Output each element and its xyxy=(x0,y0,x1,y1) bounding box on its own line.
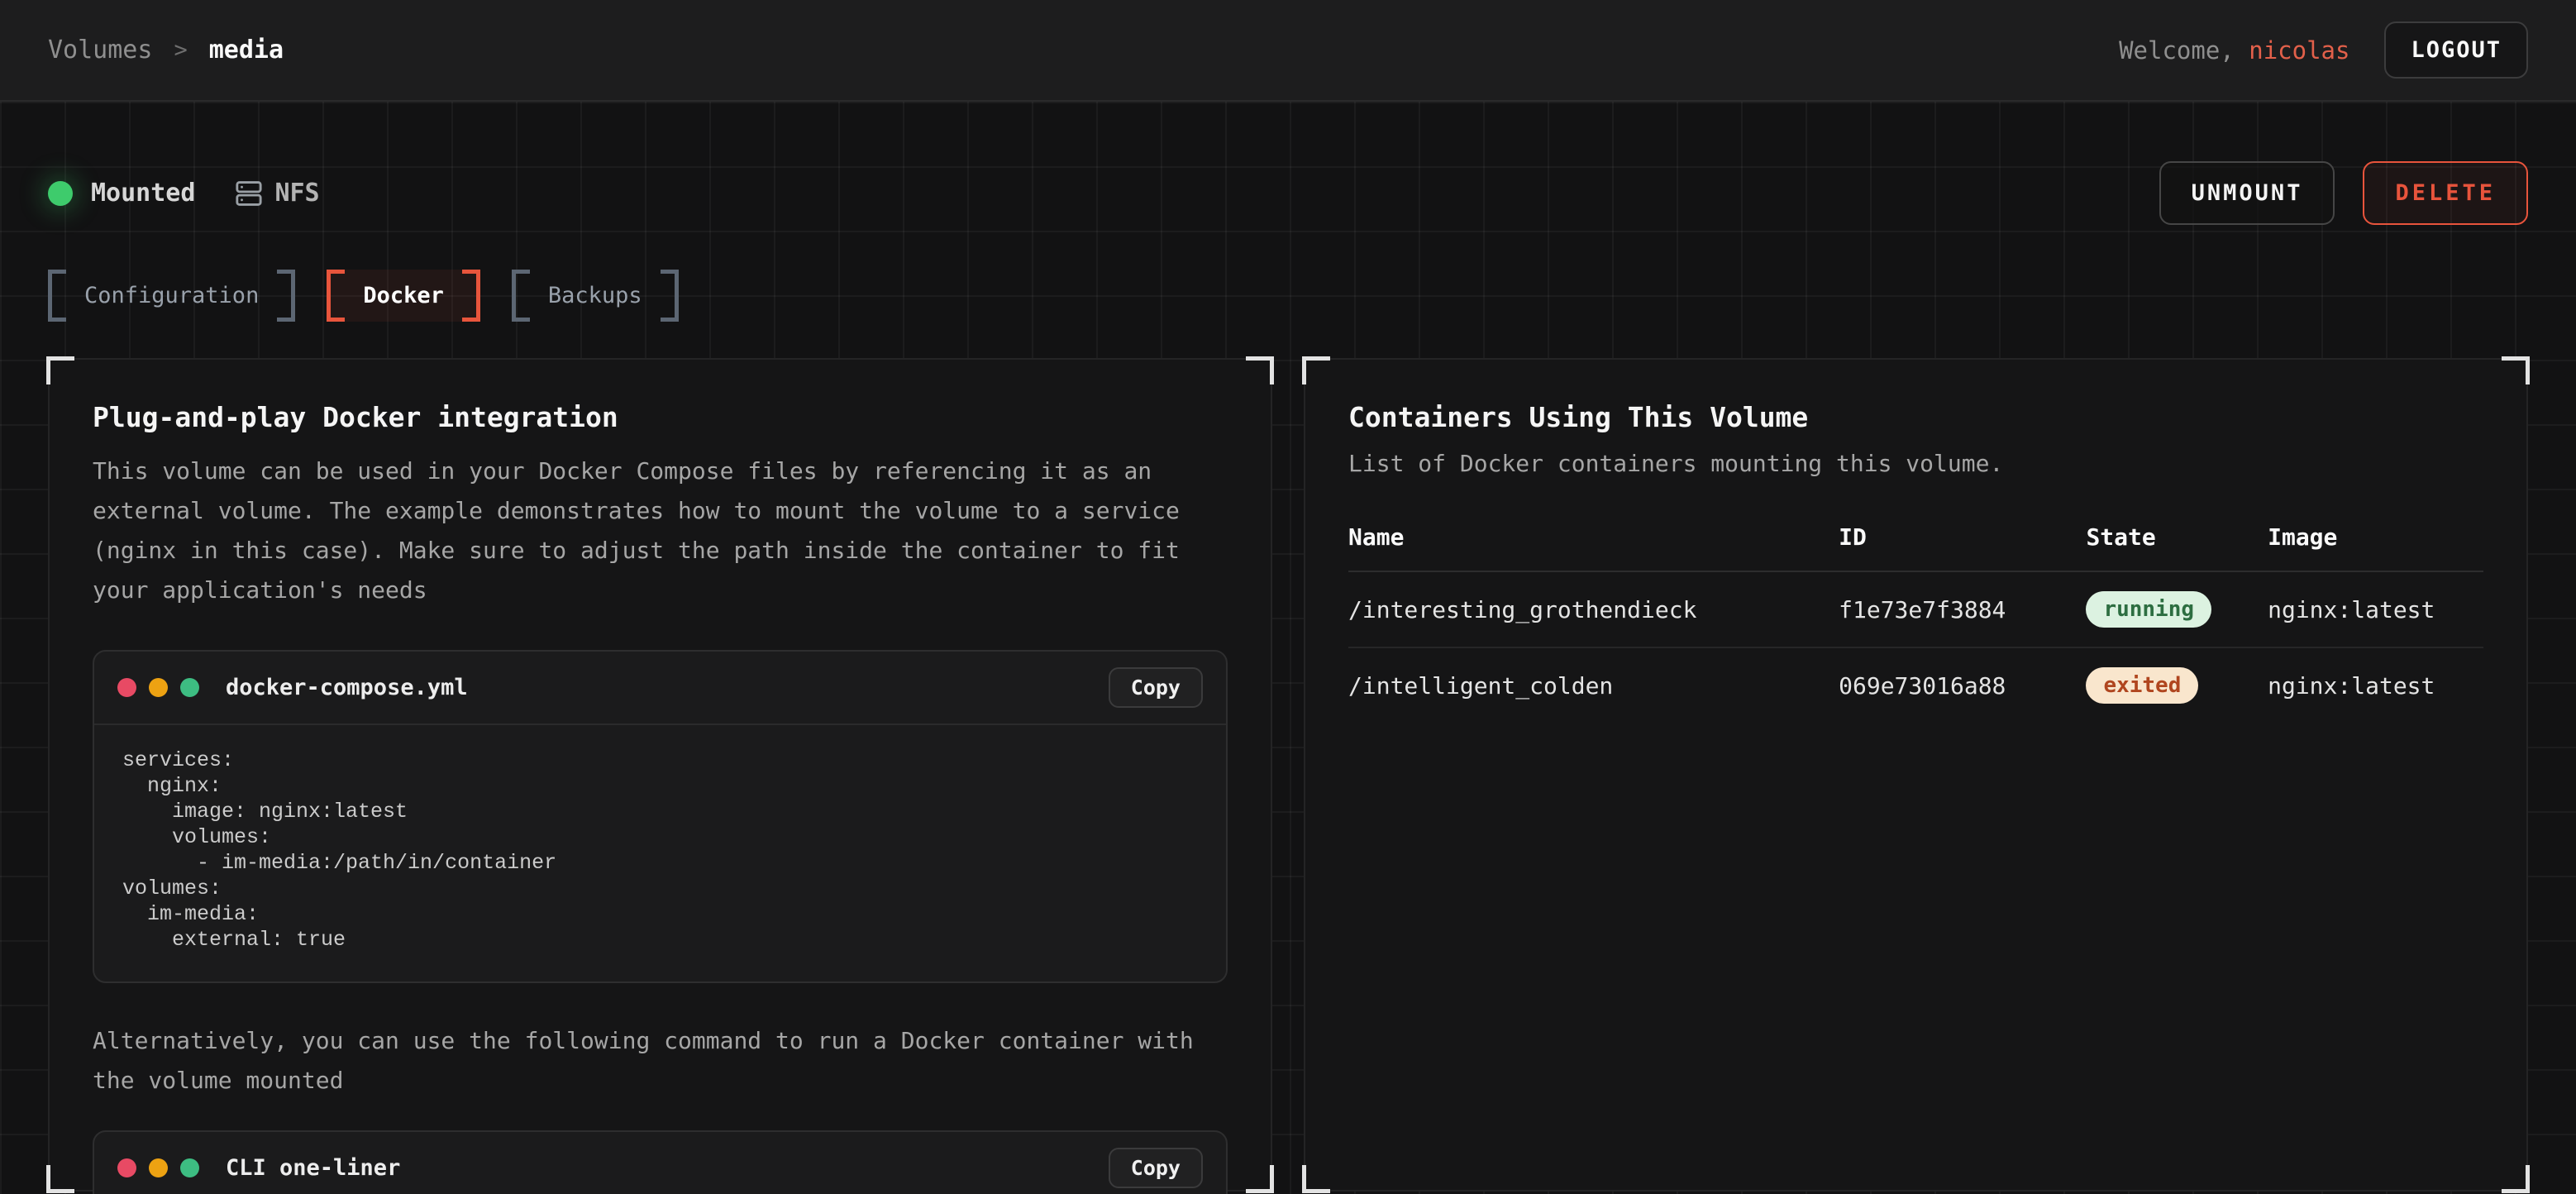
logout-button[interactable]: LOGOUT xyxy=(2384,21,2528,79)
main-content: Mounted NFS UNMOUNT DELETE Configuration… xyxy=(0,102,2576,1194)
containers-panel-subtitle: List of Docker containers mounting this … xyxy=(1348,450,2483,477)
column-header-state: State xyxy=(2086,523,2268,551)
column-header-id: ID xyxy=(1839,523,2086,551)
cli-intro-text: Alternatively, you can use the following… xyxy=(93,1021,1228,1101)
traffic-light-dots xyxy=(117,678,199,697)
cli-block-title: CLI one-liner xyxy=(226,1155,400,1181)
delete-button[interactable]: DELETE xyxy=(2363,161,2528,225)
container-name: /intelligent_colden xyxy=(1348,672,1839,700)
cli-copy-button[interactable]: Copy xyxy=(1109,1148,1203,1188)
container-image: nginx:latest xyxy=(2268,596,2483,623)
compose-filename: docker-compose.yml xyxy=(226,675,468,700)
traffic-dot-red-icon xyxy=(117,1158,136,1177)
unmount-button[interactable]: UNMOUNT xyxy=(2159,161,2335,225)
status-badge-exited: exited xyxy=(2086,667,2198,704)
cli-code-block: CLI one-liner Copy docker run -v im-medi… xyxy=(93,1130,1228,1194)
table-row: /intelligent_colden 069e73016a88 exited … xyxy=(1348,648,2483,723)
traffic-dot-green-icon xyxy=(180,1158,199,1177)
tab-bar: Configuration Docker Backups xyxy=(48,270,2528,322)
chevron-right-icon: > xyxy=(174,37,187,63)
table-row: /interesting_grothendieck f1e73e7f3884 r… xyxy=(1348,572,2483,648)
container-state-cell: exited xyxy=(2086,667,2268,704)
container-image: nginx:latest xyxy=(2268,672,2483,700)
volume-status-row: Mounted NFS UNMOUNT DELETE xyxy=(48,161,2528,225)
traffic-dot-green-icon xyxy=(180,678,199,697)
container-id: f1e73e7f3884 xyxy=(1839,596,2086,623)
tab-backups[interactable]: Backups xyxy=(512,270,679,322)
server-icon xyxy=(235,179,263,208)
breadcrumb-current-volume: media xyxy=(209,36,284,64)
containers-panel-title: Containers Using This Volume xyxy=(1348,401,2483,433)
breadcrumb: Volumes > media xyxy=(48,36,284,64)
filesystem-type-label: NFS xyxy=(274,179,319,208)
container-id: 069e73016a88 xyxy=(1839,672,2086,700)
container-name: /interesting_grothendieck xyxy=(1348,596,1839,623)
docker-integration-panel: Plug-and-play Docker integration This vo… xyxy=(48,358,1272,1192)
containers-table-header: Name ID State Image xyxy=(1348,523,2483,572)
cli-code-header: CLI one-liner Copy xyxy=(94,1132,1226,1194)
welcome-prefix: Welcome, xyxy=(2119,36,2249,64)
volume-actions: UNMOUNT DELETE xyxy=(2159,161,2528,225)
mounted-status-dot xyxy=(48,181,73,206)
breadcrumb-volumes-link[interactable]: Volumes xyxy=(48,36,152,64)
traffic-dot-amber-icon xyxy=(149,1158,168,1177)
volume-detail-page: Volumes > media Welcome, nicolas LOGOUT … xyxy=(0,0,2576,1194)
compose-code-block: docker-compose.yml Copy services: nginx:… xyxy=(93,650,1228,983)
panel-corner-bracket xyxy=(1302,1165,1330,1193)
panel-corner-bracket xyxy=(46,1165,74,1193)
top-bar-right: Welcome, nicolas LOGOUT xyxy=(2119,21,2528,79)
traffic-dot-amber-icon xyxy=(149,678,168,697)
column-header-image: Image xyxy=(2268,523,2483,551)
compose-copy-button[interactable]: Copy xyxy=(1109,667,1203,708)
tab-configuration[interactable]: Configuration xyxy=(48,270,295,322)
docker-panel-description: This volume can be used in your Docker C… xyxy=(93,451,1228,610)
status-badge-running: running xyxy=(2086,591,2211,628)
panel-corner-bracket xyxy=(1246,1165,1274,1193)
traffic-dot-red-icon xyxy=(117,678,136,697)
welcome-text: Welcome, nicolas xyxy=(2119,36,2349,64)
compose-code-content: services: nginx: image: nginx:latest vol… xyxy=(94,725,1226,981)
panel-corner-bracket xyxy=(2502,356,2530,384)
docker-panel-title: Plug-and-play Docker integration xyxy=(93,401,1228,433)
panels-row: Plug-and-play Docker integration This vo… xyxy=(48,358,2528,1192)
containers-panel: Containers Using This Volume List of Doc… xyxy=(1304,358,2528,1192)
top-bar: Volumes > media Welcome, nicolas LOGOUT xyxy=(0,0,2576,102)
panel-corner-bracket xyxy=(1246,356,1274,384)
mounted-status-label: Mounted xyxy=(91,179,195,208)
traffic-light-dots xyxy=(117,1158,199,1177)
tab-docker[interactable]: Docker xyxy=(327,270,480,322)
panel-corner-bracket xyxy=(46,356,74,384)
container-state-cell: running xyxy=(2086,591,2268,628)
panel-corner-bracket xyxy=(1302,356,1330,384)
containers-table: Name ID State Image /interesting_grothen… xyxy=(1348,523,2483,723)
filesystem-type: NFS xyxy=(235,179,319,208)
username: nicolas xyxy=(2249,36,2349,64)
column-header-name: Name xyxy=(1348,523,1839,551)
compose-code-header: docker-compose.yml Copy xyxy=(94,652,1226,725)
panel-corner-bracket xyxy=(2502,1165,2530,1193)
